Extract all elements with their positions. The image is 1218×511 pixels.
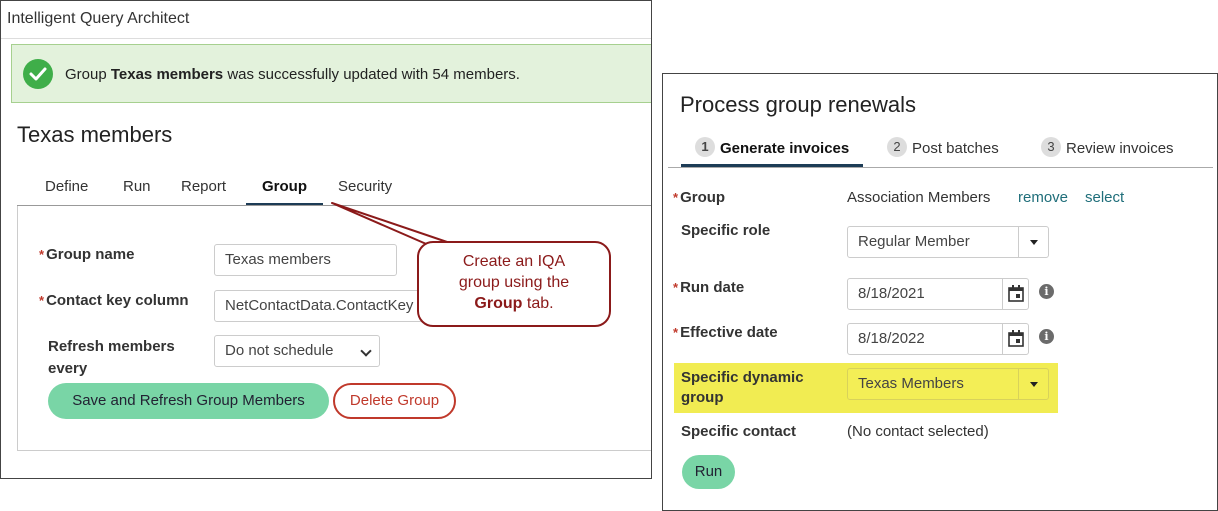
success-alert: Group Texas members was successfully upd… — [11, 44, 651, 103]
group-value: Association Members — [847, 189, 991, 206]
effective-date-value: 8/18/2022 — [858, 330, 925, 347]
refresh-label: Refresh members every — [48, 338, 175, 377]
chevron-down-icon[interactable] — [1018, 369, 1048, 399]
calendar-icon[interactable] — [1002, 279, 1028, 309]
run-button[interactable]: Run — [682, 455, 735, 489]
run-date-value: 8/18/2021 — [858, 285, 925, 302]
tab-security[interactable]: Security — [322, 178, 408, 206]
role-select[interactable]: Regular Member — [847, 226, 1049, 258]
role-label: Specific role — [681, 222, 771, 239]
check-circle-icon — [23, 59, 53, 89]
step-post-batches[interactable]: 2 Post batches — [887, 136, 999, 167]
save-refresh-button[interactable]: Save and Refresh Group Members — [48, 383, 329, 419]
tab-define[interactable]: Define — [29, 178, 104, 206]
delete-group-button[interactable]: Delete Group — [333, 383, 456, 419]
contact-value: (No contact selected) — [847, 423, 989, 440]
contact-label: Specific contact — [681, 423, 797, 440]
instruction-callout: Create an IQA group using the Group tab. — [417, 241, 611, 327]
steps-divider — [668, 167, 1213, 168]
dynamic-group-select[interactable]: Texas Members — [847, 368, 1049, 400]
refresh-select[interactable]: Do not schedule — [214, 335, 380, 367]
contact-key-input[interactable]: NetContactData.ContactKey — [214, 290, 444, 322]
alert-group-name: Texas members — [110, 66, 224, 83]
effective-date-label: * Effective date — [673, 324, 778, 341]
page-title: Texas members — [17, 122, 173, 147]
iqa-panel: Intelligent Query Architect Group Texas … — [0, 0, 652, 479]
tab-report[interactable]: Report — [165, 178, 242, 206]
run-date-label: * Run date — [673, 279, 745, 296]
remove-link[interactable]: remove — [1018, 189, 1068, 206]
select-link[interactable]: select — [1085, 189, 1124, 206]
step-generate-invoices[interactable]: 1 Generate invoices — [681, 136, 864, 167]
chevron-down-icon[interactable] — [1018, 227, 1048, 257]
group-name-input[interactable]: Texas members — [214, 244, 397, 276]
step-tabs: 1 Generate invoices 2 Post batches 3 Review… — [681, 136, 1211, 168]
calendar-icon[interactable] — [1002, 324, 1028, 354]
info-icon[interactable]: i — [1039, 329, 1054, 344]
tab-group[interactable]: Group — [246, 178, 323, 206]
title-divider — [1, 38, 651, 39]
info-icon[interactable]: i — [1039, 284, 1054, 299]
step-review-invoices[interactable]: 3 Review invoices — [1041, 136, 1174, 167]
contact-key-label: * Contact key column — [39, 292, 189, 309]
group-label: * Group — [673, 189, 726, 206]
run-date-input[interactable]: 8/18/2021 — [847, 278, 1029, 310]
dynamic-group-label: Specific dynamic group — [681, 369, 804, 406]
group-name-label: * Group name — [39, 246, 135, 263]
effective-date-input[interactable]: 8/18/2022 — [847, 323, 1029, 355]
tab-run[interactable]: Run — [107, 178, 167, 206]
renewals-panel: Process group renewals 1 Generate invoice… — [662, 73, 1218, 511]
alert-message: Group Texas members was successfully upd… — [65, 66, 520, 83]
dynamic-group-value: Texas Members — [858, 375, 964, 392]
role-value: Regular Member — [858, 233, 970, 250]
renewals-title: Process group renewals — [680, 92, 917, 117]
callout-bold-word: Group — [474, 295, 523, 312]
app-title: Intelligent Query Architect — [7, 10, 190, 27]
